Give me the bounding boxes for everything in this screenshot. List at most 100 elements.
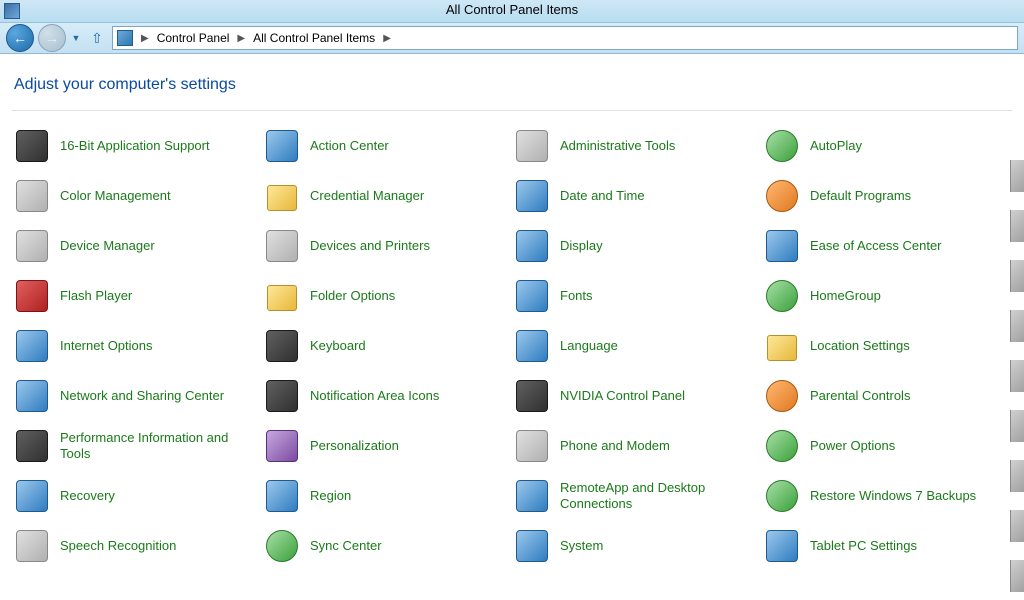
item-label: Folder Options [310, 288, 395, 304]
control-panel-item[interactable]: Network and Sharing Center [12, 371, 262, 421]
item-icon [266, 280, 298, 312]
item-label: Recovery [60, 488, 115, 504]
item-label: Performance Information and Tools [60, 430, 250, 461]
control-panel-item[interactable]: Date and Time [512, 171, 762, 221]
control-panel-item[interactable]: NVIDIA Control Panel [512, 371, 762, 421]
recent-locations-dropdown[interactable]: ▼ [70, 28, 82, 48]
item-icon [16, 330, 48, 362]
item-label: 16-Bit Application Support [60, 138, 210, 154]
control-panel-item[interactable]: Performance Information and Tools [12, 421, 262, 471]
item-icon [766, 530, 798, 562]
item-icon [266, 180, 298, 212]
address-bar[interactable]: ▶ Control Panel ▶ All Control Panel Item… [112, 26, 1018, 50]
item-icon [516, 280, 548, 312]
content-area: Adjust your computer's settings 16-Bit A… [0, 54, 1024, 571]
item-label: Device Manager [60, 238, 155, 254]
forward-button[interactable]: → [38, 24, 66, 52]
item-label: Default Programs [810, 188, 911, 204]
item-label: Tablet PC Settings [810, 538, 917, 554]
control-panel-item[interactable]: Keyboard [262, 321, 512, 371]
item-icon [266, 230, 298, 262]
item-icon [16, 280, 48, 312]
control-panel-item[interactable]: Default Programs [762, 171, 1012, 221]
control-panel-item[interactable]: 16-Bit Application Support [12, 121, 262, 171]
control-panel-item[interactable]: Personalization [262, 421, 512, 471]
control-panel-item[interactable]: Devices and Printers [262, 221, 512, 271]
item-icon [516, 230, 548, 262]
item-label: Keyboard [310, 338, 366, 354]
control-panel-item[interactable]: Fonts [512, 271, 762, 321]
item-icon [516, 130, 548, 162]
item-icon [766, 280, 798, 312]
window-titlebar: All Control Panel Items [0, 0, 1024, 23]
control-panel-item[interactable]: RemoteApp and Desktop Connections [512, 471, 762, 521]
back-button[interactable]: ← [6, 24, 34, 52]
up-button[interactable]: ⇧ [86, 27, 108, 49]
items-grid: 16-Bit Application Support Action Center A… [12, 121, 1012, 571]
control-panel-item[interactable]: Recovery [12, 471, 262, 521]
item-icon [516, 480, 548, 512]
arrow-right-icon: → [45, 30, 59, 46]
control-panel-icon [117, 30, 133, 46]
control-panel-item[interactable]: Parental Controls [762, 371, 1012, 421]
control-panel-item[interactable]: Notification Area Icons [262, 371, 512, 421]
control-panel-item[interactable]: Language [512, 321, 762, 371]
control-panel-item[interactable]: Location Settings [762, 321, 1012, 371]
item-label: RemoteApp and Desktop Connections [560, 480, 750, 511]
item-label: Personalization [310, 438, 399, 454]
control-panel-item[interactable]: Action Center [262, 121, 512, 171]
item-label: Administrative Tools [560, 138, 675, 154]
control-panel-item[interactable]: Power Options [762, 421, 1012, 471]
item-label: Date and Time [560, 188, 645, 204]
item-icon [766, 330, 798, 362]
control-panel-item[interactable]: Tablet PC Settings [762, 521, 1012, 571]
control-panel-item[interactable]: HomeGroup [762, 271, 1012, 321]
control-panel-item[interactable]: Credential Manager [262, 171, 512, 221]
item-icon [516, 430, 548, 462]
item-label: Sync Center [310, 538, 382, 554]
item-icon [766, 380, 798, 412]
item-label: Restore Windows 7 Backups [810, 488, 976, 504]
control-panel-item[interactable]: Color Management [12, 171, 262, 221]
item-icon [766, 480, 798, 512]
control-panel-item[interactable]: Speech Recognition [12, 521, 262, 571]
item-icon [516, 180, 548, 212]
control-panel-item[interactable]: System [512, 521, 762, 571]
item-label: Flash Player [60, 288, 132, 304]
item-icon [516, 530, 548, 562]
item-icon [516, 380, 548, 412]
item-icon [266, 430, 298, 462]
item-label: Color Management [60, 188, 171, 204]
control-panel-item[interactable]: Ease of Access Center [762, 221, 1012, 271]
control-panel-item[interactable]: Flash Player [12, 271, 262, 321]
breadcrumb-separator: ▶ [379, 33, 395, 44]
item-icon [16, 180, 48, 212]
item-label: NVIDIA Control Panel [560, 388, 685, 404]
item-icon [766, 130, 798, 162]
item-label: Parental Controls [810, 388, 910, 404]
control-panel-item[interactable]: AutoPlay [762, 121, 1012, 171]
breadcrumb-separator: ▶ [233, 33, 249, 44]
control-panel-item[interactable]: Folder Options [262, 271, 512, 321]
item-icon [266, 330, 298, 362]
page-heading: Adjust your computer's settings [14, 76, 1012, 94]
control-panel-item[interactable]: Internet Options [12, 321, 262, 371]
control-panel-item[interactable]: Sync Center [262, 521, 512, 571]
item-icon [766, 430, 798, 462]
system-menu-icon[interactable] [4, 3, 20, 19]
item-label: Display [560, 238, 603, 254]
item-icon [16, 430, 48, 462]
control-panel-item[interactable]: Phone and Modem [512, 421, 762, 471]
item-label: AutoPlay [810, 138, 862, 154]
control-panel-item[interactable]: Region [262, 471, 512, 521]
item-label: Region [310, 488, 351, 504]
control-panel-item[interactable]: Restore Windows 7 Backups [762, 471, 1012, 521]
overflow-column-hint [1010, 160, 1024, 592]
breadcrumb-root[interactable]: Control Panel [155, 29, 232, 47]
arrow-up-icon: ⇧ [91, 30, 103, 47]
chevron-down-icon: ▼ [72, 33, 81, 43]
control-panel-item[interactable]: Display [512, 221, 762, 271]
breadcrumb-current[interactable]: All Control Panel Items [251, 29, 377, 47]
control-panel-item[interactable]: Administrative Tools [512, 121, 762, 171]
control-panel-item[interactable]: Device Manager [12, 221, 262, 271]
